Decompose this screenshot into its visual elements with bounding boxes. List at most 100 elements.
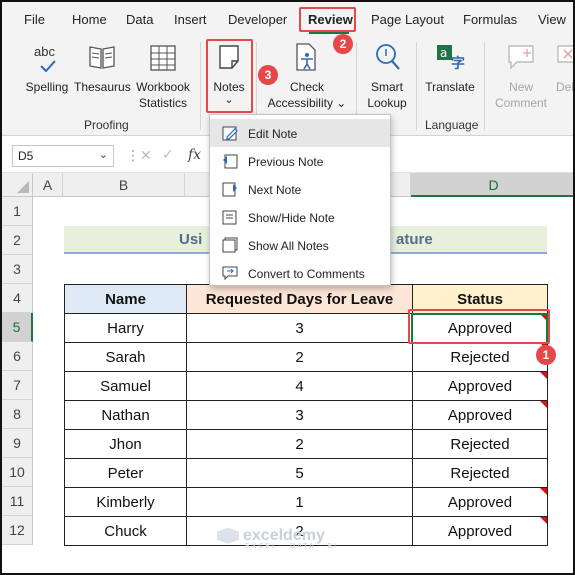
- row-header-6[interactable]: 6: [2, 342, 33, 371]
- row-header-7[interactable]: 7: [2, 371, 33, 400]
- menu-item-label: Edit Note: [248, 127, 298, 141]
- next-note-icon: [222, 182, 237, 197]
- translate-label: Translate: [425, 80, 475, 94]
- check-icon: [40, 60, 56, 72]
- callout-badge-3: 3: [258, 65, 278, 85]
- cell-name[interactable]: Samuel: [64, 371, 187, 401]
- table-row: Sarah 2 Rejected: [64, 342, 548, 372]
- accessibility-icon: [296, 43, 316, 71]
- new-comment-icon: [508, 45, 534, 70]
- tab-insert[interactable]: Insert: [174, 12, 207, 27]
- header-days[interactable]: Requested Days for Leave: [186, 284, 413, 314]
- previous-note-icon: [223, 154, 238, 169]
- row-header-2[interactable]: 2: [2, 226, 33, 255]
- column-header-d[interactable]: D: [411, 173, 573, 197]
- notes-dropdown-menu: Edit Note Previous Note Next Note Show/H…: [209, 114, 391, 286]
- cell-days[interactable]: 3: [186, 313, 413, 343]
- smart-lookup-button[interactable]: Smart Lookup: [362, 40, 412, 112]
- cell-name[interactable]: Nathan: [64, 400, 187, 430]
- callout-box-review-tab: [299, 7, 356, 32]
- cell-name[interactable]: Kimberly: [64, 487, 187, 517]
- tab-formulas[interactable]: Formulas: [463, 12, 517, 27]
- formula-bar-grip-icon: ⋮: [126, 147, 140, 163]
- cell-status[interactable]: Approved: [412, 371, 548, 401]
- workbook-statistics-button[interactable]: Workbook Statistics: [132, 40, 194, 112]
- cell-name[interactable]: Jhon: [64, 429, 187, 459]
- group-separator: [484, 42, 485, 130]
- cell-days[interactable]: 2: [186, 342, 413, 372]
- proofing-group-label: Proofing: [84, 118, 129, 132]
- cell-status[interactable]: Rejected: [412, 458, 548, 488]
- check-accessibility-label-2: Accessibility ⌄: [267, 96, 347, 110]
- menu-item-label: Next Note: [248, 183, 302, 197]
- spelling-label: Spelling: [25, 80, 69, 94]
- watermark-name: exceldemy: [243, 527, 325, 544]
- row-header-8[interactable]: 8: [2, 400, 33, 429]
- callout-box-notes-button: [206, 39, 253, 113]
- thesaurus-button[interactable]: Thesaurus: [74, 40, 131, 110]
- row-header-9[interactable]: 9: [2, 429, 33, 458]
- cell-status[interactable]: Approved: [412, 487, 548, 517]
- tab-data[interactable]: Data: [126, 12, 153, 27]
- new-comment-button[interactable]: New Comment: [492, 40, 550, 112]
- name-box[interactable]: D5 ⌄: [12, 145, 114, 167]
- row-header-5[interactable]: 5: [2, 313, 33, 342]
- row-header-1[interactable]: 1: [2, 197, 33, 226]
- table-row: Jhon 2 Rejected: [64, 429, 548, 459]
- edit-note-icon: [222, 126, 238, 141]
- row-header-3[interactable]: 3: [2, 255, 33, 284]
- insert-function-button[interactable]: fx: [188, 147, 201, 163]
- cell-days[interactable]: 1: [186, 487, 413, 517]
- row-header-12[interactable]: 12: [2, 516, 33, 545]
- group-separator: [200, 42, 201, 130]
- table-row: Samuel 4 Approved: [64, 371, 548, 401]
- new-comment-label-1: New: [508, 80, 533, 94]
- cell-name[interactable]: Peter: [64, 458, 187, 488]
- cell-status[interactable]: Approved: [412, 516, 548, 546]
- callout-badge-2: 2: [333, 34, 353, 54]
- cancel-entry-icon[interactable]: ✕: [140, 147, 152, 164]
- cell-status[interactable]: Rejected: [412, 429, 548, 459]
- sheet-title-left: Usi: [179, 231, 203, 248]
- spelling-button[interactable]: abc Spelling: [20, 40, 74, 110]
- column-header-a[interactable]: A: [33, 173, 63, 197]
- menu-item-label: Convert to Comments: [248, 267, 365, 281]
- confirm-entry-icon[interactable]: ✓: [162, 146, 174, 163]
- delete-comment-label: Del: [556, 80, 575, 94]
- row-header-4[interactable]: 4: [2, 284, 33, 313]
- excel-window: File Home Data Insert Developer Review P…: [0, 0, 575, 575]
- cell-status[interactable]: Rejected: [412, 342, 548, 372]
- translate-button[interactable]: a 字 Translate: [422, 40, 478, 112]
- callout-box-selected-cell: [408, 309, 550, 344]
- cell-days[interactable]: 3: [186, 400, 413, 430]
- menu-item-next-note[interactable]: Next Note: [210, 175, 390, 203]
- delete-comment-icon: [557, 45, 573, 63]
- cell-name[interactable]: Sarah: [64, 342, 187, 372]
- cell-days[interactable]: 5: [186, 458, 413, 488]
- tab-developer[interactable]: Developer: [228, 12, 287, 27]
- table-row: Nathan 3 Approved: [64, 400, 548, 430]
- menu-item-show-hide-note[interactable]: Show/Hide Note: [210, 203, 390, 231]
- watermark: exceldemy EXCEL · DATA · BI: [217, 527, 338, 550]
- row-header-11[interactable]: 11: [2, 487, 33, 516]
- cell-status[interactable]: Approved: [412, 400, 548, 430]
- menu-item-previous-note[interactable]: Previous Note: [210, 147, 390, 175]
- cell-days[interactable]: 4: [186, 371, 413, 401]
- header-name[interactable]: Name: [64, 284, 187, 314]
- cell-days[interactable]: 2: [186, 429, 413, 459]
- row-header-10[interactable]: 10: [2, 458, 33, 487]
- menu-item-convert-to-comments[interactable]: Convert to Comments: [210, 259, 390, 287]
- delete-comment-button[interactable]: Del: [554, 40, 575, 112]
- column-header-b[interactable]: B: [63, 173, 185, 197]
- tab-page-layout[interactable]: Page Layout: [371, 12, 444, 27]
- menu-item-edit-note[interactable]: Edit Note: [210, 119, 390, 147]
- menu-item-show-all-notes[interactable]: Show All Notes: [210, 231, 390, 259]
- tab-view[interactable]: View: [538, 12, 566, 27]
- tab-file[interactable]: File: [24, 12, 45, 27]
- watermark-tagline: EXCEL · DATA · BI: [245, 543, 338, 550]
- cell-name[interactable]: Harry: [64, 313, 187, 343]
- lightbulb-search-icon: [376, 44, 400, 70]
- tab-home[interactable]: Home: [72, 12, 107, 27]
- cell-name[interactable]: Chuck: [64, 516, 187, 546]
- select-all-button[interactable]: [2, 173, 33, 197]
